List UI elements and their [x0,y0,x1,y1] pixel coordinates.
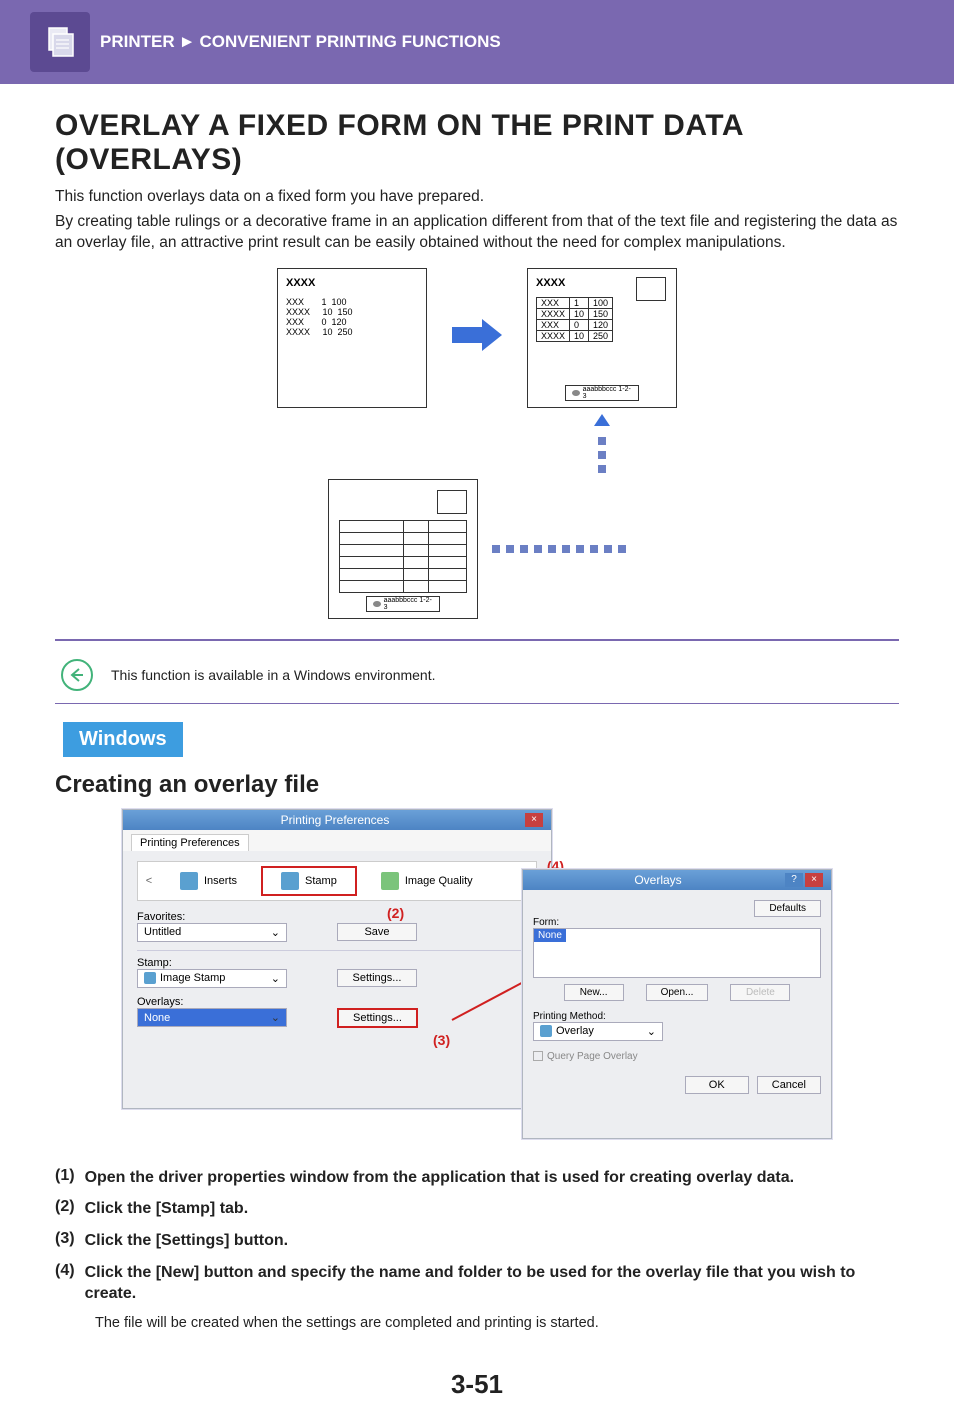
tabs-prev-icon[interactable]: < [142,875,156,887]
checkbox-icon [533,1051,543,1061]
step-number: (3) [55,1230,75,1252]
step-number: (2) [55,1198,75,1220]
overlay-method-icon [540,1025,552,1037]
stamp-value: Image Stamp [160,972,225,984]
step-2: Click the [Stamp] tab. [85,1198,249,1220]
close-icon[interactable]: × [525,813,543,827]
footer-chip: aaabbbccc 1-2-3 [366,596,440,612]
source-data-document: XXXX XXX 1 100XXXX 10 150XXX 0 120XXXX 1… [277,268,427,408]
stamp-settings-button[interactable]: Settings... [337,969,417,987]
header-section[interactable]: CONVENIENT PRINTING FUNCTIONS [199,32,500,52]
annotation-3: (3) [433,1032,450,1048]
dotted-path-vertical [598,437,606,473]
new-button[interactable]: New... [564,984,624,1001]
delete-button[interactable]: Delete [730,984,790,1001]
popup-title: Overlays [634,873,681,887]
window-titlebar: Printing Preferences × [123,810,551,830]
inserts-icon [180,872,198,890]
save-button[interactable]: Save [337,923,417,941]
stamp-icon [281,872,299,890]
environment-note: This function is available in a Windows … [111,667,436,683]
page-number: 3-51 [55,1369,899,1400]
stamp-label: Stamp: [137,957,537,969]
arrow-up-icon [592,412,612,437]
doc-title: XXXX [286,277,418,289]
steps-list: (1) Open the driver properties window fro… [55,1167,899,1331]
annotation-2: (2) [387,905,404,921]
tab-strip: Printing Preferences [123,830,551,851]
tab-stamp[interactable]: Stamp [261,866,357,896]
cancel-button[interactable]: Cancel [757,1076,821,1094]
favorites-label: Favorites: [137,911,537,923]
form-label: Form: [533,917,821,928]
section-divider-light [55,703,899,704]
window-title: Printing Preferences [281,813,390,827]
header-bar: PRINTER ► CONVENIENT PRINTING FUNCTIONS [0,0,954,84]
footer-chip: aaabbbccc 1-2-3 [565,385,639,401]
header-category[interactable]: PRINTER [100,32,175,52]
favorites-dropdown[interactable]: Untitled ⌄ [137,923,287,942]
page-title: OVERLAY A FIXED FORM ON THE PRINT DATA (… [55,109,899,177]
step-4-note: The file will be created when the settin… [95,1315,899,1331]
arrow-right-icon [447,315,507,360]
tab-printing-preferences[interactable]: Printing Preferences [131,834,249,851]
tab-image-quality[interactable]: Image Quality [363,868,491,894]
breadcrumb-separator-icon: ► [179,32,196,52]
overlays-settings-button[interactable]: Settings... [337,1008,418,1028]
defaults-button[interactable]: Defaults [754,900,821,917]
chevron-down-icon: ⌄ [271,926,280,939]
printer-document-icon [30,12,90,72]
printing-method-value: Overlay [556,1025,594,1037]
step-number: (1) [55,1167,75,1189]
step-number: (4) [55,1262,75,1305]
dotted-path-horizontal [492,545,626,553]
image-quality-icon [381,872,399,890]
intro-line-1: This function overlays data on a fixed f… [55,187,899,208]
printing-method-dropdown[interactable]: Overlay ⌄ [533,1022,663,1041]
overlay-form-document: aaabbbccc 1-2-3 [328,479,478,619]
os-tag-windows: Windows [63,722,183,757]
popup-titlebar: Overlays ? × [523,870,831,890]
printing-preferences-window: Printing Preferences × Printing Preferen… [122,809,552,1109]
open-button[interactable]: Open... [646,984,709,1001]
help-icon[interactable]: ? [785,873,803,887]
overlays-popup: Overlays ? × Defaults Form: None New... [522,869,832,1139]
logo-placeholder-icon [437,490,467,514]
overlays-value: None [144,1012,170,1024]
overlay-diagram: XXXX XXX 1 100XXXX 10 150XXX 0 120XXXX 1… [55,268,899,619]
intro-line-2: By creating table rulings or a decorativ… [55,212,899,254]
overlays-dropdown[interactable]: None ⌄ [137,1008,287,1027]
tab-label: Inserts [204,875,237,887]
favorites-value: Untitled [144,926,181,938]
logo-placeholder-icon [636,277,666,301]
printing-method-label: Printing Method: [533,1011,821,1022]
tab-inserts[interactable]: Inserts [162,868,255,894]
tab-label: Image Quality [405,875,473,887]
output-overlay-document: XXXX XXX1100XXXX10150XXX0120XXXX10250 aa… [527,268,677,408]
screenshot-area: Printing Preferences × Printing Preferen… [122,809,832,1149]
form-selected-value: None [534,929,566,942]
step-4: Click the [New] button and specify the n… [85,1262,899,1305]
close-icon[interactable]: × [805,873,823,887]
info-return-icon [61,659,93,691]
chevron-down-icon: ⌄ [271,1011,280,1024]
query-page-overlay-checkbox[interactable]: Query Page Overlay [533,1051,821,1062]
ok-button[interactable]: OK [685,1076,749,1094]
step-1: Open the driver properties window from t… [85,1167,794,1189]
section-divider [55,639,899,641]
form-listbox[interactable]: None [533,928,821,978]
query-label: Query Page Overlay [547,1051,638,1062]
chevron-down-icon: ⌄ [647,1025,656,1038]
image-stamp-icon [144,972,156,984]
stamp-dropdown[interactable]: Image Stamp ⌄ [137,969,287,988]
chevron-down-icon: ⌄ [271,972,280,985]
subheading-creating-overlay: Creating an overlay file [55,771,899,799]
tab-label: Stamp [305,875,337,887]
step-3: Click the [Settings] button. [85,1230,289,1252]
